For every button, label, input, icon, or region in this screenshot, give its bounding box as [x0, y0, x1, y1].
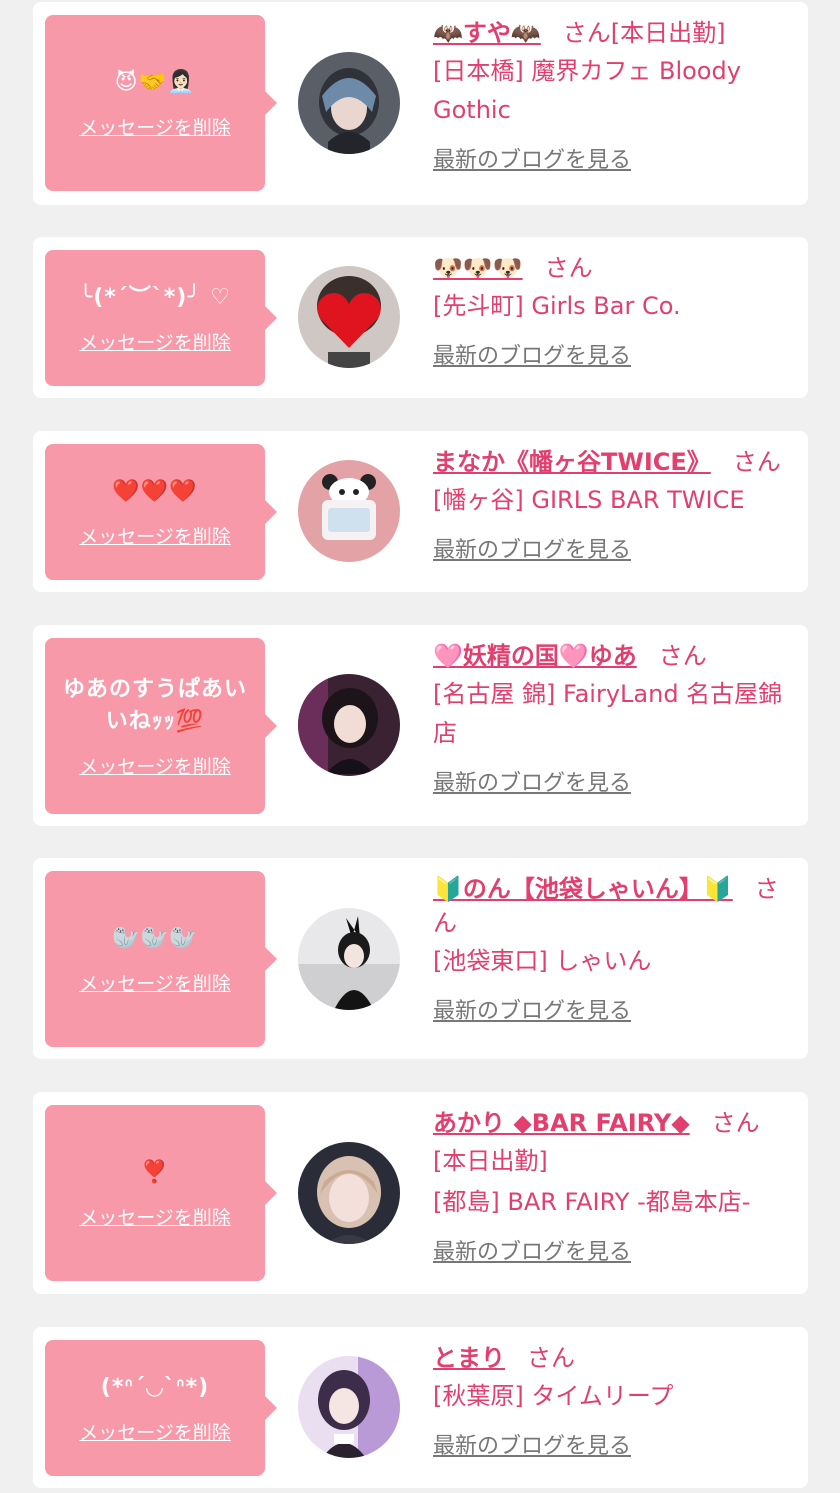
avatar[interactable] — [298, 674, 400, 776]
delete-message-link[interactable]: メッセージを削除 — [79, 752, 231, 779]
latest-blog-link[interactable]: 最新のブログを見る — [433, 765, 631, 797]
name-line: 🩷妖精の国🩷ゆあ さん — [433, 639, 788, 673]
message-text: 🦭🦭🦭 — [112, 925, 198, 951]
shop-name: [先斗町] Girls Bar Co. — [433, 292, 681, 320]
cast-name-link[interactable]: 🔰のん【池袋しゃいん】🔰 — [433, 875, 733, 903]
avatar[interactable] — [298, 1356, 400, 1458]
shop-name: [日本橋] 魔界カフェ Bloody Gothic — [433, 57, 741, 124]
name-suffix: さん — [544, 254, 593, 282]
message-bubble: ゆあのすうぱあいいねｯｯ💯 メッセージを削除 — [45, 638, 277, 814]
avatar[interactable] — [298, 52, 400, 154]
message-bubble: 😈🤝👩🏻‍💼 メッセージを削除 — [45, 15, 277, 191]
latest-blog-link[interactable]: 最新のブログを見る — [433, 532, 631, 564]
message-card: (*ᐢ´◡`ᐢ*) メッセージを削除 とまり さん [秋葉原] タイムリープ 最新… — [33, 1327, 808, 1488]
name-line: 🔰のん【池袋しゃいん】🔰 さん — [433, 872, 788, 940]
avatar[interactable] — [298, 1142, 400, 1244]
delete-message-link[interactable]: メッセージを削除 — [79, 1418, 231, 1445]
avatar-girl-blonde-icon — [298, 1142, 400, 1244]
avatar-girl-dark-icon — [298, 674, 400, 776]
latest-blog-link[interactable]: 最新のブログを見る — [433, 1234, 631, 1266]
name-line: 🐶🐶🐶 さん — [433, 251, 788, 285]
shop-name: [名古屋 錦] FairyLand 名古屋錦店 — [433, 680, 783, 747]
message-bubble: ❤️❤️❤️ メッセージを削除 — [45, 444, 277, 580]
cast-name-link[interactable]: あかり ◆BAR FAIRY◆ — [433, 1109, 690, 1137]
cast-name-link[interactable]: 🩷妖精の国🩷ゆあ — [433, 642, 637, 670]
cast-name-link[interactable]: まなか《幡ヶ谷TWICE》 — [433, 448, 711, 476]
shop-name: [秋葉原] タイムリープ — [433, 1382, 674, 1410]
message-list: 😈🤝👩🏻‍💼 メッセージを削除 🦇すや🦇 さん[本日出勤] [日本橋] 魔界カフェ… — [0, 0, 840, 1493]
latest-blog-link[interactable]: 最新のブログを見る — [433, 142, 631, 174]
latest-blog-link[interactable]: 最新のブログを見る — [433, 993, 631, 1025]
message-card: ❣️ メッセージを削除 あかり ◆BAR FAIRY◆ さん [本日出勤] [都島… — [33, 1092, 808, 1294]
name-suffix: さん — [527, 1344, 575, 1372]
name-line: とまり さん — [433, 1341, 788, 1375]
delete-message-link[interactable]: メッセージを削除 — [79, 328, 231, 355]
shop-name: [池袋東口] しゃいん — [433, 947, 652, 975]
message-card: 🦭🦭🦭 メッセージを削除 🔰のん【池袋しゃいん】🔰 さん [池袋東口] しゃいん … — [33, 858, 808, 1059]
name-line: あかり ◆BAR FAIRY◆ さん — [433, 1106, 788, 1140]
card-info: あかり ◆BAR FAIRY◆ さん [本日出勤] [都島] BAR FAIRY … — [433, 1106, 788, 1266]
message-text: ❣️ — [140, 1159, 170, 1185]
cast-name-link[interactable]: 🦇すや🦇 — [433, 19, 541, 47]
delete-message-link[interactable]: メッセージを削除 — [79, 1203, 231, 1230]
message-text: (*ᐢ´◡`ᐢ*) — [100, 1374, 210, 1400]
name-suffix: さん[本日出勤] — [562, 19, 726, 47]
message-text: ╰(*´︶`*)╯ ♡ — [79, 284, 231, 310]
name-suffix: さん — [711, 1109, 760, 1137]
message-bubble: (*ᐢ´◡`ᐢ*) メッセージを削除 — [45, 1340, 277, 1476]
message-card: ╰(*´︶`*)╯ ♡ メッセージを削除 🐶🐶🐶 さん [先斗町] Girls B… — [33, 237, 808, 398]
card-info: 🩷妖精の国🩷ゆあ さん [名古屋 錦] FairyLand 名古屋錦店 最新のブロ… — [433, 639, 788, 797]
message-text: 😈🤝👩🏻‍💼 — [114, 69, 196, 95]
delete-message-link[interactable]: メッセージを削除 — [79, 522, 231, 549]
card-info: まなか《幡ヶ谷TWICE》 さん [幡ヶ谷] GIRLS BAR TWICE 最新… — [433, 445, 788, 564]
card-info: 🐶🐶🐶 さん [先斗町] Girls Bar Co. 最新のブログを見る — [433, 251, 788, 370]
avatar[interactable] — [298, 908, 400, 1010]
delete-message-link[interactable]: メッセージを削除 — [79, 969, 231, 996]
card-info: 🦇すや🦇 さん[本日出勤] [日本橋] 魔界カフェ Bloody Gothic 最… — [433, 16, 788, 174]
message-bubble: ❣️ メッセージを削除 — [45, 1105, 277, 1281]
message-text: ゆあのすうぱあいいねｯｯ💯 — [62, 676, 247, 734]
message-bubble: ╰(*´︶`*)╯ ♡ メッセージを削除 — [45, 250, 277, 386]
avatar[interactable] — [298, 266, 400, 368]
delete-message-link[interactable]: メッセージを削除 — [79, 113, 231, 140]
avatar-gothic-girl-icon — [298, 52, 400, 154]
latest-blog-link[interactable]: 最新のブログを見る — [433, 1428, 631, 1460]
card-info: 🔰のん【池袋しゃいん】🔰 さん [池袋東口] しゃいん 最新のブログを見る — [433, 872, 788, 1025]
name-suffix: さん — [732, 448, 781, 476]
avatar-panda-icon — [298, 460, 400, 562]
card-info: とまり さん [秋葉原] タイムリープ 最新のブログを見る — [433, 1341, 788, 1460]
latest-blog-link[interactable]: 最新のブログを見る — [433, 338, 631, 370]
shop-name: [幡ヶ谷] GIRLS BAR TWICE — [433, 486, 745, 514]
name-suffix: さん — [658, 642, 707, 670]
message-card: 😈🤝👩🏻‍💼 メッセージを削除 🦇すや🦇 さん[本日出勤] [日本橋] 魔界カフェ… — [33, 2, 808, 205]
cast-name-link[interactable]: 🐶🐶🐶 — [433, 254, 523, 282]
avatar-bunny-girl-icon — [298, 908, 400, 1010]
message-card: ❤️❤️❤️ メッセージを削除 まなか《幡ヶ谷TWICE》 さん [幡ヶ谷] GI… — [33, 431, 808, 592]
message-bubble: 🦭🦭🦭 メッセージを削除 — [45, 871, 277, 1047]
message-text: ❤️❤️❤️ — [112, 478, 198, 504]
shop-name: [都島] BAR FAIRY -都島本店- — [433, 1188, 751, 1216]
cast-name-link[interactable]: とまり — [433, 1344, 505, 1372]
avatar-heart-face-icon — [298, 266, 400, 368]
name-line: 🦇すや🦇 さん[本日出勤] — [433, 16, 788, 50]
work-status: [本日出勤] — [433, 1147, 548, 1175]
avatar-maid-girl-icon — [298, 1356, 400, 1458]
message-card: ゆあのすうぱあいいねｯｯ💯 メッセージを削除 🩷妖精の国🩷ゆあ さん [名古屋 錦… — [33, 625, 808, 826]
name-line: まなか《幡ヶ谷TWICE》 さん — [433, 445, 788, 479]
avatar[interactable] — [298, 460, 400, 562]
